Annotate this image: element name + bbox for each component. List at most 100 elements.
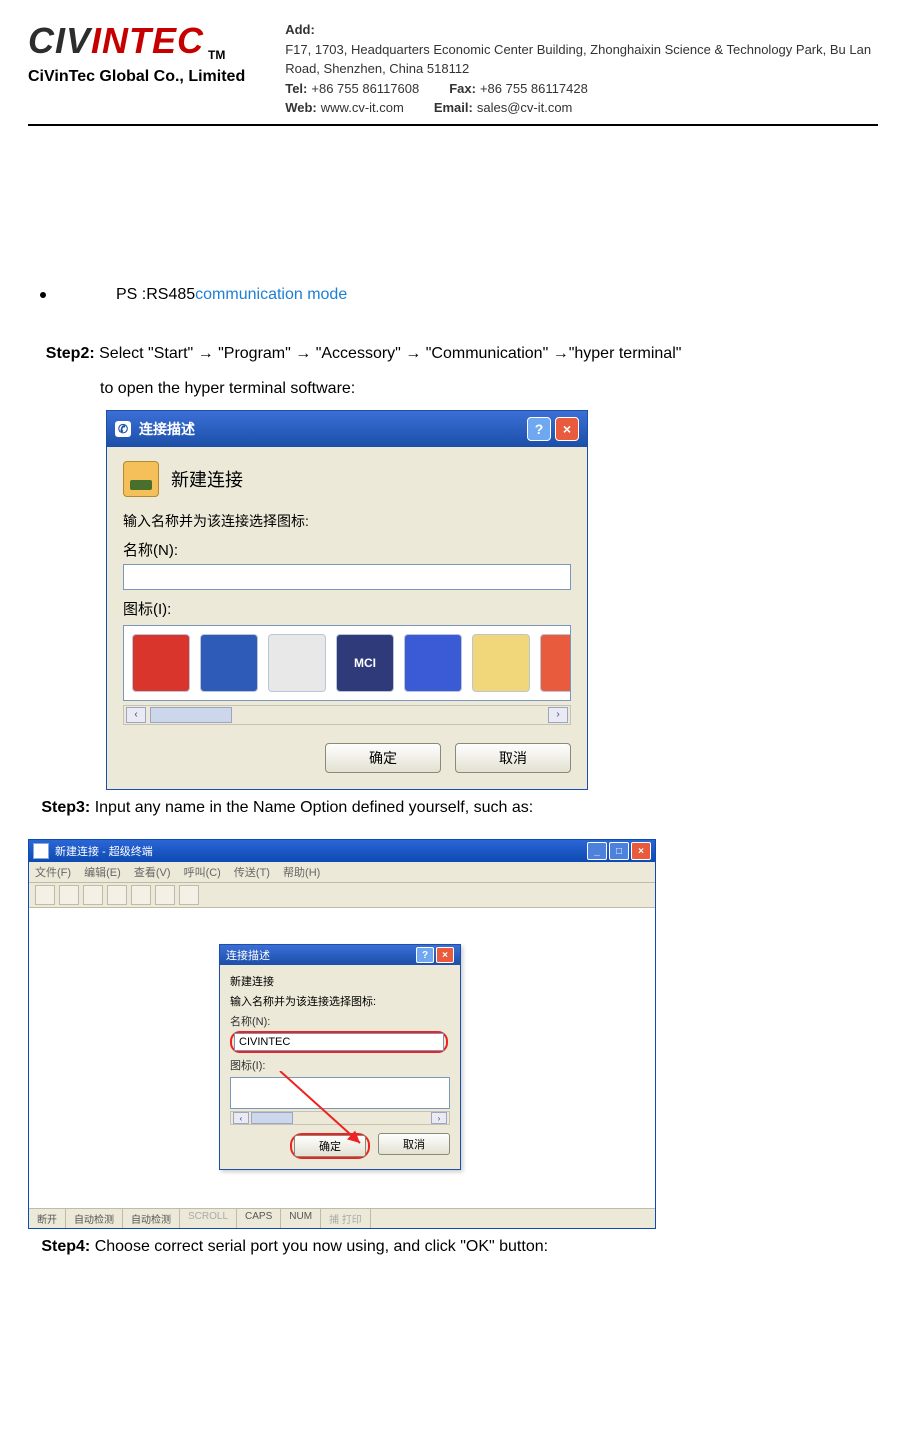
dlg2-close-button[interactable]: × [436,947,454,963]
dlg2-scroll-right[interactable]: › [431,1112,447,1124]
status-seg-6: NUM [281,1209,321,1228]
dlg2-scroll-thumb[interactable] [251,1112,293,1124]
fax-value: +86 755 86117428 [480,79,588,99]
icon-label: 图标(I): [123,598,571,619]
status-seg-2: 自动检测 [66,1209,123,1228]
menu-call[interactable]: 呼叫(C) [184,867,221,879]
dlg2-scrollbar[interactable]: ‹ › [230,1111,450,1125]
tel-value: +86 755 86117608 [311,79,419,99]
dlg2-new-conn: 新建连接 [230,973,450,989]
menu-help[interactable]: 帮助(H) [283,867,320,879]
icon-option-swirl[interactable] [404,634,462,692]
step2-line2: to open the hyper terminal software: [100,375,878,402]
dlg2-title-text: 连接描述 [226,947,270,963]
status-seg-4: SCROLL [180,1209,237,1228]
minimize-button[interactable]: _ [587,842,607,860]
toolbar-btn-2[interactable] [59,885,79,905]
add-key: Add: [285,20,315,40]
page-header: CIVINTEC TM CiVinTec Global Co., Limited… [28,20,878,126]
new-connection-icon [123,461,159,497]
close-button[interactable]: × [555,417,579,441]
menu-edit[interactable]: 编辑(E) [84,867,121,879]
inner-connection-dialog: 连接描述 ? × 新建连接 输入名称并为该连接选择图标: 名称(N): 图标(I… [219,944,461,1170]
dlg2-name-circle [230,1031,448,1053]
scroll-left-button[interactable]: ‹ [126,707,146,723]
logo-intec: INTEC [91,20,204,62]
icon-option-cards[interactable] [472,634,530,692]
toolbar-btn-5[interactable] [131,885,151,905]
dlg2-ok-circle: 确定 [290,1133,370,1159]
dlg2-icon-picker[interactable] [230,1077,450,1109]
dialog-prompt: 输入名称并为该连接选择图标: [123,511,571,531]
dlg2-name-input[interactable] [234,1033,444,1051]
icon-option-mci[interactable]: MCI [336,634,394,692]
logo-civ: CIV [28,20,91,62]
ht-client-area: 连接描述 ? × 新建连接 输入名称并为该连接选择图标: 名称(N): 图标(I… [29,908,655,1208]
dlg2-icon-label: 图标(I): [230,1057,450,1073]
step3-label: Step3: [41,799,90,816]
email-key: Email: [434,98,473,118]
step4-text: Choose correct serial port you now using… [90,1238,548,1255]
name-label: 名称(N): [123,539,571,560]
fax-key: Fax: [449,79,476,99]
icon-scrollbar[interactable]: ‹ › [123,705,571,725]
toolbar-btn-1[interactable] [35,885,55,905]
connection-desc-dialog: ✆ 连接描述 ? × 新建连接 输入名称并为该连接选择图标: 名称(N): 图标… [106,410,588,790]
icon-option-newspaper[interactable] [268,634,326,692]
dlg2-cancel-button[interactable]: 取消 [378,1133,450,1155]
status-seg-3: 自动检测 [123,1209,180,1228]
dlg2-scroll-left[interactable]: ‹ [233,1112,249,1124]
ht-app-icon [33,843,49,859]
step2-label: Step2: [46,345,95,362]
ps-blue-text: communication mode [195,286,347,304]
name-input[interactable] [123,564,571,590]
window-close-button[interactable]: × [631,842,651,860]
ht-statusbar: 断开 自动检测 自动检测 SCROLL CAPS NUM 捕 打印 [29,1208,655,1228]
ht-titlebar[interactable]: 新建连接 - 超级终端 _ □ × [29,840,655,862]
logo-block: CIVINTEC TM CiVinTec Global Co., Limited [28,20,245,86]
step4-label: Step4: [41,1238,90,1255]
ht-toolbar [29,883,655,908]
scroll-right-button[interactable]: › [548,707,568,723]
email-value: sales@cv-it.com [477,98,573,118]
icon-option-phone[interactable] [132,634,190,692]
dlg2-titlebar[interactable]: 连接描述 ? × [220,945,460,965]
web-key: Web: [285,98,317,118]
help-button[interactable]: ? [527,417,551,441]
step3-text: Input any name in the Name Option define… [90,799,533,816]
status-seg-5: CAPS [237,1209,281,1228]
icon-option-umbrella[interactable] [540,634,571,692]
dlg2-ok-button[interactable]: 确定 [294,1135,366,1157]
scroll-thumb[interactable] [150,707,232,723]
cancel-button[interactable]: 取消 [455,743,571,773]
ps-text: PS :RS485 [116,286,195,304]
dialog-title: 连接描述 [139,419,195,439]
icon-option-globe[interactable] [200,634,258,692]
step4-para: Step4: Choose correct serial port you no… [28,1233,878,1260]
ht-menubar: 文件(F) 编辑(E) 查看(V) 呼叫(C) 传送(T) 帮助(H) [29,862,655,883]
add-value: F17, 1703, Headquarters Economic Center … [285,40,878,79]
step3-para: Step3: Input any name in the Name Option… [28,794,878,821]
toolbar-btn-4[interactable] [107,885,127,905]
toolbar-btn-7[interactable] [179,885,199,905]
ok-button[interactable]: 确定 [325,743,441,773]
dialog-titlebar[interactable]: ✆ 连接描述 ? × [107,411,587,447]
logo: CIVINTEC TM [28,20,245,62]
status-seg-7: 捕 打印 [321,1209,371,1228]
logo-subtitle: CiVinTec Global Co., Limited [28,68,245,86]
dlg2-help-button[interactable]: ? [416,947,434,963]
step2-text: Select "Start" → "Program" → "Accessory"… [95,345,682,362]
menu-view[interactable]: 查看(V) [134,867,171,879]
hyper-terminal-window: 新建连接 - 超级终端 _ □ × 文件(F) 编辑(E) 查看(V) 呼叫(C… [28,839,656,1229]
menu-transfer[interactable]: 传送(T) [234,867,270,879]
status-seg-1: 断开 [29,1209,66,1228]
toolbar-btn-6[interactable] [155,885,175,905]
bullet-icon [40,292,46,298]
maximize-button[interactable]: □ [609,842,629,860]
menu-file[interactable]: 文件(F) [35,867,71,879]
dialog-body: 新建连接 输入名称并为该连接选择图标: 名称(N): 图标(I): MCI ‹ [107,447,587,789]
new-connection-label: 新建连接 [171,466,243,492]
new-connection-row: 新建连接 [123,461,571,497]
toolbar-btn-3[interactable] [83,885,103,905]
dlg2-body: 新建连接 输入名称并为该连接选择图标: 名称(N): 图标(I): ‹ › [220,965,460,1169]
